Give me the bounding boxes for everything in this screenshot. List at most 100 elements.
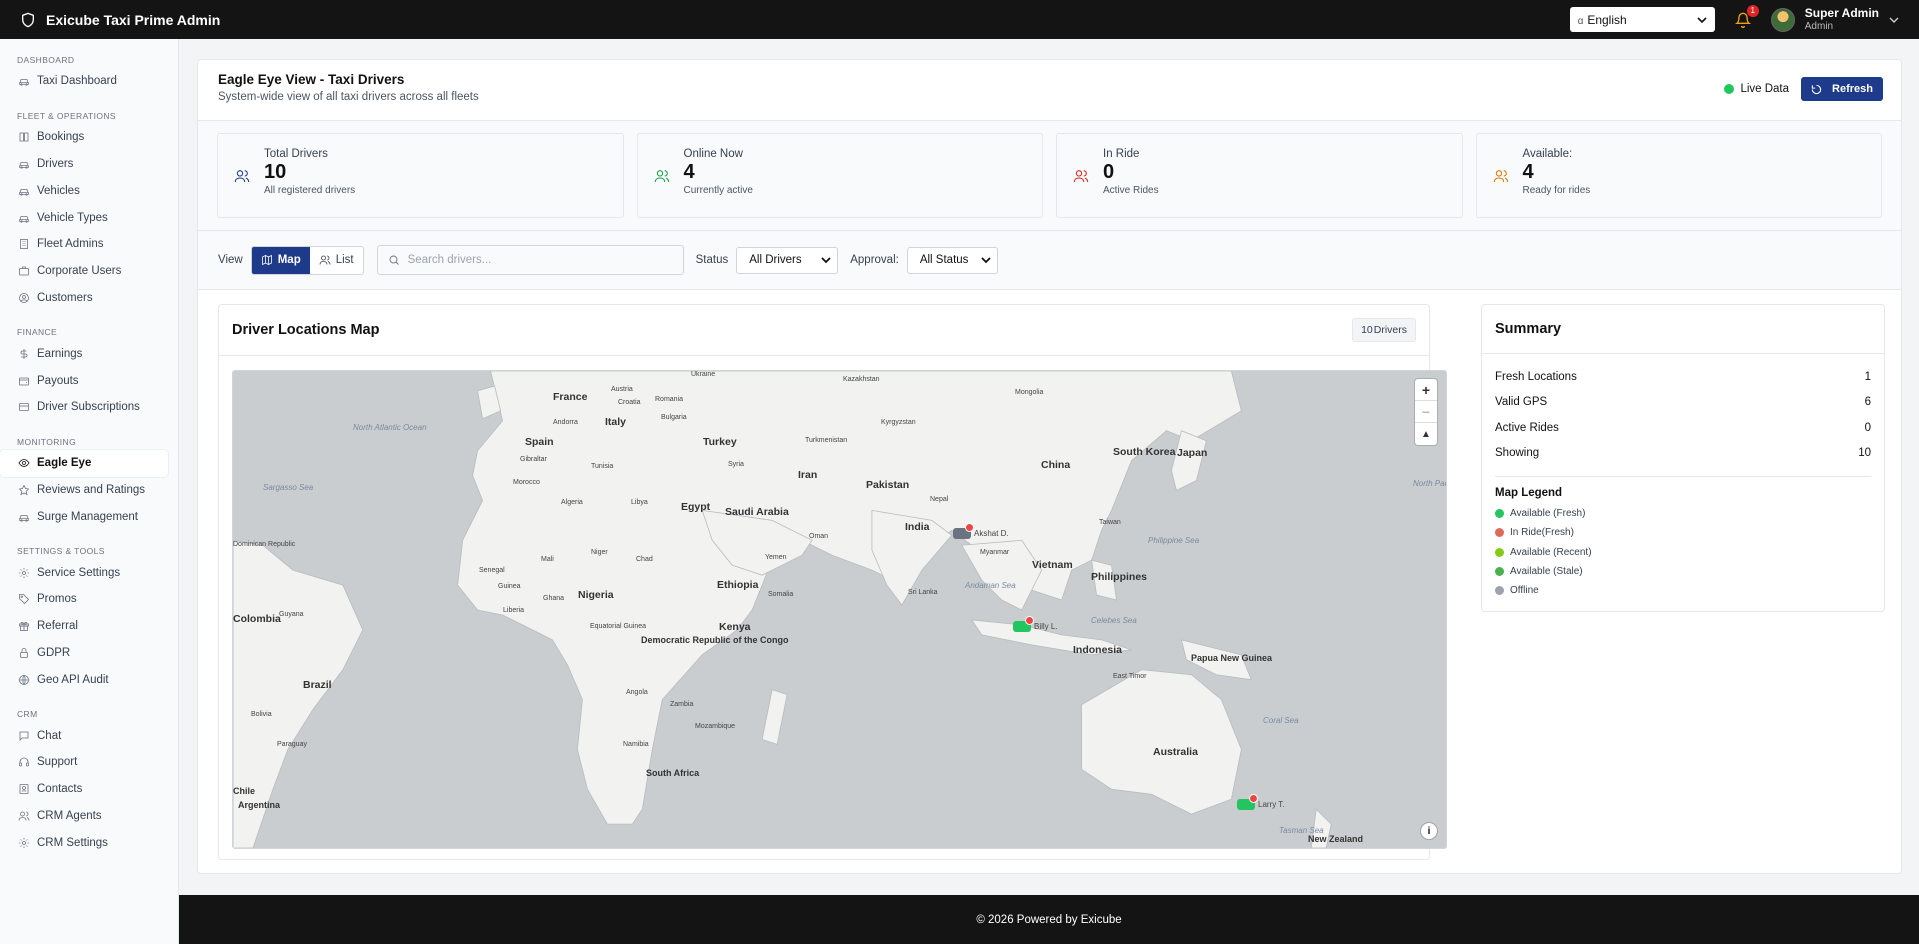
live-data-indicator: Live Data — [1724, 83, 1789, 95]
driver-marker[interactable]: Larry T. — [1237, 794, 1285, 810]
sidebar-item-drivers[interactable]: Drivers — [0, 151, 168, 178]
avatar — [1770, 7, 1795, 32]
summary-title: Summary — [1482, 305, 1884, 354]
stat-value: 10 — [264, 161, 287, 183]
map-label-namibia: Namibia — [623, 741, 649, 748]
sidebar-item-fleet-admins[interactable]: Fleet Admins — [0, 231, 168, 258]
sidebar-section-title: Fleet & Operations — [17, 110, 116, 121]
building-icon — [20, 239, 28, 250]
sidebar-item-reviews-and-ratings[interactable]: Reviews and Ratings — [0, 477, 168, 504]
map-label-libya: Libya — [631, 499, 648, 506]
map-label-coral: Coral Sea — [1263, 716, 1299, 725]
stat-desc: Ready for rides — [1522, 185, 1591, 196]
notifications-button[interactable]: 1 — [1733, 4, 1759, 30]
info-icon[interactable]: i — [1421, 823, 1437, 839]
shield-icon — [22, 12, 34, 27]
sidebar-item-label: Reviews and Ratings — [37, 483, 146, 496]
footer: © 2026 Powered by Exicube — [179, 895, 1919, 944]
map-label-celebes: Celebes Sea — [1091, 616, 1137, 625]
sidebar-item-driver-subscriptions[interactable]: Driver Subscriptions — [0, 394, 168, 421]
sidebar: Dashboard Taxi Dashboard Fleet & Operation… — [0, 39, 179, 944]
summary-row-value: 1 — [1864, 370, 1871, 383]
driver-map[interactable]: France Spain Italy Turkey Egypt Saudi Arabia I… — [232, 370, 1447, 849]
sidebar-item-crm-settings[interactable]: CRM Settings — [0, 829, 168, 856]
sidebar-item-gdpr[interactable]: GDPR — [0, 640, 168, 667]
map-label-chile: Chile — [233, 786, 256, 796]
sidebar-item-taxi-dashboard[interactable]: Taxi Dashboard — [0, 68, 168, 95]
car-icon — [19, 188, 29, 196]
stat-card-in-ride: In Ride 0 Active Rides — [1056, 133, 1463, 218]
sidebar-item-customers[interactable]: Customers — [0, 285, 168, 312]
driver-marker[interactable]: Akshat D. — [953, 523, 1009, 539]
stat-value: 4 — [683, 161, 695, 183]
map-view-label: Map — [277, 254, 301, 266]
sidebar-item-contacts[interactable]: Contacts — [0, 776, 168, 803]
map-label-niger: Niger — [591, 549, 608, 556]
search-input[interactable] — [407, 254, 668, 266]
map-label-chad: Chad — [636, 556, 653, 563]
compass-button[interactable]: ▲ — [1415, 423, 1437, 445]
map-label-newzealand: New Zealand — [1308, 834, 1364, 844]
book-icon — [19, 132, 29, 142]
chevron-down-icon — [1889, 17, 1899, 23]
map-label-croatia: Croatia — [618, 399, 641, 406]
legend-dot — [1495, 586, 1504, 596]
sidebar-item-referral[interactable]: Referral — [0, 613, 168, 640]
map-label-paraguay: Paraguay — [277, 741, 307, 748]
sidebar-section-title: Dashboard — [17, 55, 75, 65]
map-label-southkorea: South Korea — [1113, 446, 1176, 458]
users-icon — [1493, 170, 1508, 183]
sidebar-item-label: Eagle Eye — [37, 457, 92, 470]
sidebar-item-chat[interactable]: Chat — [0, 722, 168, 749]
sidebar-item-service-settings[interactable]: Service Settings — [0, 559, 168, 586]
sidebar-item-eagle-eye[interactable]: Eagle Eye — [0, 449, 168, 477]
language-select[interactable]: ɑ English — [1569, 7, 1715, 32]
sidebar-item-vehicle-types[interactable]: Vehicle Types — [0, 204, 168, 231]
zoom-out-button[interactable]: − — [1415, 401, 1437, 423]
zoom-in-button[interactable]: + — [1415, 379, 1437, 401]
view-label: View — [218, 254, 243, 266]
sidebar-item-surge-management[interactable]: Surge Management — [0, 503, 168, 530]
map-label-kyrgyzstan: Kyrgyzstan — [881, 419, 916, 426]
refresh-label: Refresh — [1832, 83, 1873, 95]
refresh-button[interactable]: Refresh — [1801, 77, 1883, 101]
car-icon — [19, 514, 29, 522]
sidebar-item-label: Corporate Users — [37, 265, 122, 278]
sidebar-item-corporate-users[interactable]: Corporate Users — [0, 258, 168, 285]
sidebar-item-bookings[interactable]: Bookings — [0, 124, 168, 151]
driver-marker-label: Larry T. — [1258, 800, 1285, 809]
map-label-somalia: Somalia — [768, 591, 794, 598]
map-label-guyana: Guyana — [279, 611, 304, 618]
driver-marker[interactable]: Billy L. — [1013, 616, 1058, 632]
map-label-nepal: Nepal — [930, 496, 949, 503]
brand[interactable]: Exicube Taxi Prime Admin — [20, 12, 220, 28]
map-label-tasman: Tasman Sea — [1279, 826, 1324, 835]
summary-row: Valid GPS 6 — [1495, 390, 1871, 416]
summary-row: Active Rides 0 — [1495, 415, 1871, 441]
sidebar-item-label: Taxi Dashboard — [37, 75, 117, 88]
search-box — [376, 245, 684, 275]
map-label-japan: Japan — [1177, 447, 1208, 459]
map-label-andorra: Andorra — [553, 419, 578, 426]
language-code: ɑ — [1577, 15, 1584, 27]
map-label-morocco: Morocco — [513, 479, 540, 486]
sidebar-item-support[interactable]: Support — [0, 749, 168, 776]
approval-select[interactable]: All Status — [906, 246, 998, 274]
legend-label: Available (Fresh) — [1510, 508, 1586, 520]
user-menu[interactable]: Super Admin Admin — [1770, 7, 1899, 32]
sidebar-item-earnings[interactable]: Earnings — [0, 340, 168, 367]
filter-toolbar: View Map List Status All Drivers Approva… — [198, 231, 1901, 290]
map-label-mali: Mali — [541, 556, 554, 563]
sidebar-item-vehicles[interactable]: Vehicles — [0, 177, 168, 204]
map-view-button[interactable]: Map — [251, 246, 310, 274]
sidebar-item-promos[interactable]: Promos — [0, 586, 168, 613]
map-label-northpacific: North Pacific Ocean — [1413, 479, 1446, 488]
sidebar-item-payouts[interactable]: Payouts — [0, 367, 168, 394]
notification-badge: 1 — [1746, 4, 1759, 17]
sidebar-item-crm-agents[interactable]: CRM Agents — [0, 803, 168, 830]
map-title: Driver Locations Map — [232, 322, 380, 338]
list-view-button[interactable]: List — [309, 246, 363, 274]
status-select[interactable]: All Drivers — [736, 246, 839, 274]
sidebar-item-geo-api-audit[interactable]: Geo API Audit — [0, 666, 168, 693]
map-label-drc: Democratic Republic of the Congo — [641, 635, 789, 645]
